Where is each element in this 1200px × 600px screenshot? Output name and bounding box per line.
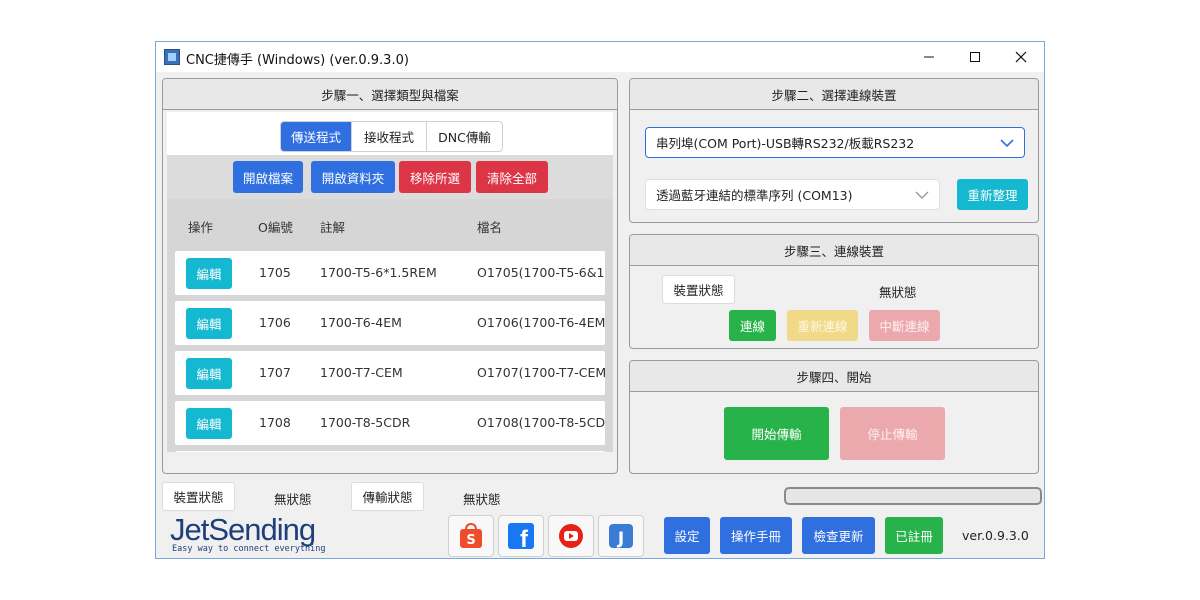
minimize-button[interactable] <box>906 42 952 72</box>
app-icon <box>164 49 180 65</box>
connection-type-select[interactable]: 串列埠(COM Port)-USB轉RS232/板載RS232 <box>645 127 1025 158</box>
remove-selected-button[interactable]: 移除所選 <box>399 161 471 193</box>
file-table: 操作 O編號 註解 檔名 編輯 1705 1700-T5-6*1.5REM O1… <box>167 199 613 452</box>
registered-button[interactable]: 已註冊 <box>885 517 943 554</box>
logo-text: JetSending <box>170 512 316 547</box>
chevron-down-icon <box>1000 138 1014 147</box>
column-action: 操作 <box>188 220 214 235</box>
step4-panel: 步驟四、開始 開始傳輸 停止傳輸 <box>629 360 1039 474</box>
facebook-icon: f <box>508 523 534 550</box>
row-onum: 1705 <box>259 265 291 280</box>
column-onum: O編號 <box>258 220 293 235</box>
row-filename: O1708(1700-T8-5CDR <box>477 415 605 430</box>
table-header: 操作 O編號 註解 檔名 <box>167 199 613 249</box>
jetsending-logo: JetSending Easy way to connect everythin… <box>170 512 340 556</box>
step2-panel: 步驟二、選擇連線裝置 串列埠(COM Port)-USB轉RS232/板載RS2… <box>629 78 1039 223</box>
step3-panel: 步驟三、連線裝置 裝置狀態 無狀態 連線 重新連線 中斷連線 <box>629 234 1039 349</box>
row-filename: O1707(1700-T7-CEM) <box>477 365 605 380</box>
minimize-icon <box>924 56 934 58</box>
table-row[interactable]: 編輯 1707 1700-T7-CEM O1707(1700-T7-CEM) <box>175 351 605 395</box>
row-comment: 1700-T8-5CDR <box>320 415 411 430</box>
clear-all-button[interactable]: 清除全部 <box>476 161 548 193</box>
shopee-button[interactable]: S <box>448 515 494 557</box>
edit-button[interactable]: 編輯 <box>186 408 232 439</box>
file-area: 傳送程式 接收程式 DNC傳輸 開啟檔案 開啟資料夾 移除所選 清除全部 操作 … <box>167 112 613 452</box>
device-status-value: 無狀態 <box>879 285 917 300</box>
maximize-button[interactable] <box>952 42 998 72</box>
svg-text:J: J <box>617 529 624 549</box>
step1-header: 步驟一、選擇類型與檔案 <box>163 79 617 110</box>
table-row[interactable]: 編輯 1708 1700-T8-5CDR O1708(1700-T8-5CDR <box>175 401 605 445</box>
close-icon <box>1015 51 1027 63</box>
open-folder-button[interactable]: 開啟資料夾 <box>311 161 395 193</box>
tab-dnc-transfer[interactable]: DNC傳輸 <box>426 122 502 151</box>
disconnect-button[interactable]: 中斷連線 <box>869 310 940 341</box>
manual-button[interactable]: 操作手冊 <box>720 517 792 554</box>
version-label: ver.0.9.3.0 <box>962 528 1029 543</box>
check-update-button[interactable]: 檢查更新 <box>802 517 875 554</box>
row-onum: 1706 <box>259 315 291 330</box>
port-select[interactable]: 透過藍牙連結的標準序列 (COM13) <box>645 179 940 210</box>
svg-text:f: f <box>520 526 529 550</box>
youtube-icon <box>559 524 583 548</box>
table-row-partial[interactable] <box>175 451 605 452</box>
row-onum: 1708 <box>259 415 291 430</box>
logo-tagline: Easy way to connect everything <box>172 544 326 554</box>
port-value: 透過藍牙連結的標準序列 (COM13) <box>656 188 853 203</box>
shopee-icon: S <box>460 522 482 548</box>
connection-type-value: 串列埠(COM Port)-USB轉RS232/板載RS232 <box>656 136 915 151</box>
row-onum: 1707 <box>259 365 291 380</box>
close-button[interactable] <box>998 42 1044 72</box>
row-filename: O1705(1700-T5-6&1.5 <box>477 265 605 280</box>
transfer-progress-bar <box>784 487 1042 505</box>
bottom-device-status-label: 裝置狀態 <box>162 482 235 511</box>
title-bar: CNC捷傳手 (Windows) (ver.0.9.3.0) <box>156 42 1044 72</box>
svg-text:S: S <box>466 533 475 548</box>
step3-header: 步驟三、連線裝置 <box>630 235 1038 266</box>
jetsending-icon: J <box>609 524 633 549</box>
edit-button[interactable]: 編輯 <box>186 308 232 339</box>
row-comment: 1700-T5-6*1.5REM <box>320 265 437 280</box>
table-row[interactable]: 編輯 1706 1700-T6-4EM O1706(1700-T6-4EM). <box>175 301 605 345</box>
column-filename: 檔名 <box>477 220 503 235</box>
step1-panel: 步驟一、選擇類型與檔案 傳送程式 接收程式 DNC傳輸 開啟檔案 開啟資料夾 移… <box>162 78 618 474</box>
chevron-down-icon <box>915 191 929 199</box>
connect-button[interactable]: 連線 <box>729 310 776 341</box>
edit-button[interactable]: 編輯 <box>186 358 232 389</box>
bottom-device-status-value: 無狀態 <box>274 492 312 507</box>
step4-header: 步驟四、開始 <box>630 361 1038 392</box>
table-row[interactable]: 編輯 1705 1700-T5-6*1.5REM O1705(1700-T5-6… <box>175 251 605 295</box>
row-comment: 1700-T6-4EM <box>320 315 402 330</box>
tab-send-program[interactable]: 傳送程式 <box>281 122 351 151</box>
refresh-button[interactable]: 重新整理 <box>957 179 1028 210</box>
transfer-status-value: 無狀態 <box>463 492 501 507</box>
row-filename: O1706(1700-T6-4EM). <box>477 315 605 330</box>
maximize-icon <box>970 52 980 62</box>
stop-transfer-button[interactable]: 停止傳輸 <box>840 407 945 460</box>
window-title: CNC捷傳手 (Windows) (ver.0.9.3.0) <box>186 53 409 68</box>
transfer-mode-tabs: 傳送程式 接收程式 DNC傳輸 <box>280 121 503 152</box>
open-file-button[interactable]: 開啟檔案 <box>233 161 303 193</box>
settings-button[interactable]: 設定 <box>664 517 710 554</box>
reconnect-button[interactable]: 重新連線 <box>787 310 858 341</box>
app-window: CNC捷傳手 (Windows) (ver.0.9.3.0) 步驟一、選擇類型與… <box>155 41 1045 559</box>
tab-receive-program[interactable]: 接收程式 <box>351 122 426 151</box>
jetsending-app-button[interactable]: J <box>598 515 644 557</box>
transfer-status-label: 傳輸狀態 <box>351 482 424 511</box>
row-comment: 1700-T7-CEM <box>320 365 403 380</box>
file-toolbar: 開啟檔案 開啟資料夾 移除所選 清除全部 <box>167 155 613 199</box>
edit-button[interactable]: 編輯 <box>186 258 232 289</box>
step2-header: 步驟二、選擇連線裝置 <box>630 79 1038 110</box>
column-comment: 註解 <box>320 220 346 235</box>
start-transfer-button[interactable]: 開始傳輸 <box>724 407 829 460</box>
device-status-label: 裝置狀態 <box>662 275 735 304</box>
youtube-button[interactable] <box>548 515 594 557</box>
facebook-button[interactable]: f <box>498 515 544 557</box>
